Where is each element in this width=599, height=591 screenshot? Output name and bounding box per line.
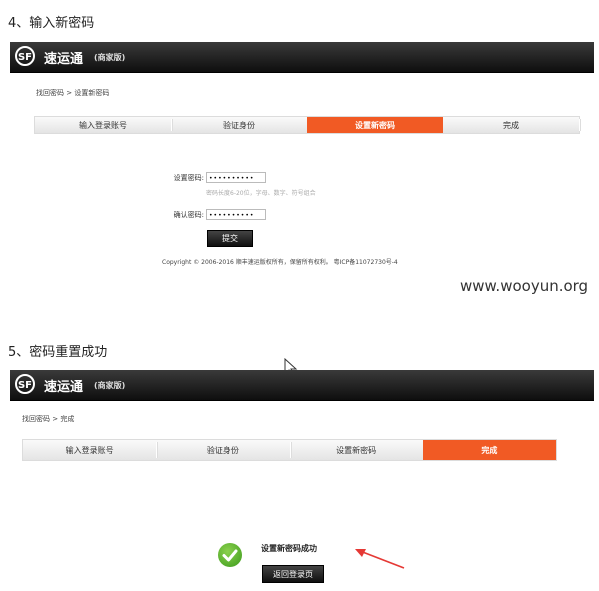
section-heading: 4、输入新密码 [8, 16, 95, 31]
password-label: 设置密码: [173, 174, 204, 182]
submit-button[interactable]: 提交 [207, 230, 253, 247]
step-enter-account: 输入登录账号 [23, 440, 158, 460]
step-complete: 完成 [443, 117, 580, 133]
step-progress: 输入登录账号 验证身份 设置新密码 完成 [22, 439, 557, 461]
section-heading: 5、密码重置成功 [8, 345, 108, 360]
sf-logo-icon: SF [15, 46, 35, 66]
check-icon [222, 549, 238, 562]
footer-copyright: Copyright © 2006-2016 顺丰速运版权所有，保留所有权利。 粤… [162, 259, 398, 266]
step-progress: 输入登录账号 验证身份 设置新密码 完成 [34, 116, 580, 134]
step-set-password: 设置新密码 [290, 440, 425, 460]
step-verify-identity: 验证身份 [156, 440, 291, 460]
password-hint: 密码长度6-20位，字母、数字、符号组合 [206, 190, 316, 197]
confirm-password-label: 确认密码: [173, 211, 204, 219]
site-header: SF 速运通 (商家版) [10, 370, 594, 401]
step-enter-account: 输入登录账号 [35, 117, 172, 133]
site-header: SF 速运通 (商家版) [10, 42, 594, 73]
breadcrumb: 找回密码 > 设置新密码 [36, 89, 110, 97]
step-complete: 完成 [422, 440, 556, 460]
success-check-icon [218, 543, 242, 567]
brand-edition: (商家版) [94, 381, 126, 390]
brand-name: 速运通 [44, 52, 84, 67]
red-arrow-icon [355, 549, 405, 569]
confirm-password-input[interactable]: •••••••••• [206, 209, 266, 220]
success-message: 设置新密码成功 [261, 544, 317, 553]
password-input[interactable]: •••••••••• [206, 172, 266, 183]
watermark: www.wooyun.org [460, 277, 589, 295]
step-set-password: 设置新密码 [307, 117, 443, 133]
breadcrumb: 找回密码 > 完成 [22, 415, 75, 423]
brand-name: 速运通 [44, 380, 84, 395]
sf-logo-icon: SF [15, 374, 35, 394]
step-verify-identity: 验证身份 [171, 117, 308, 133]
brand-edition: (商家版) [94, 53, 126, 62]
return-login-button[interactable]: 返回登录页 [262, 565, 324, 583]
